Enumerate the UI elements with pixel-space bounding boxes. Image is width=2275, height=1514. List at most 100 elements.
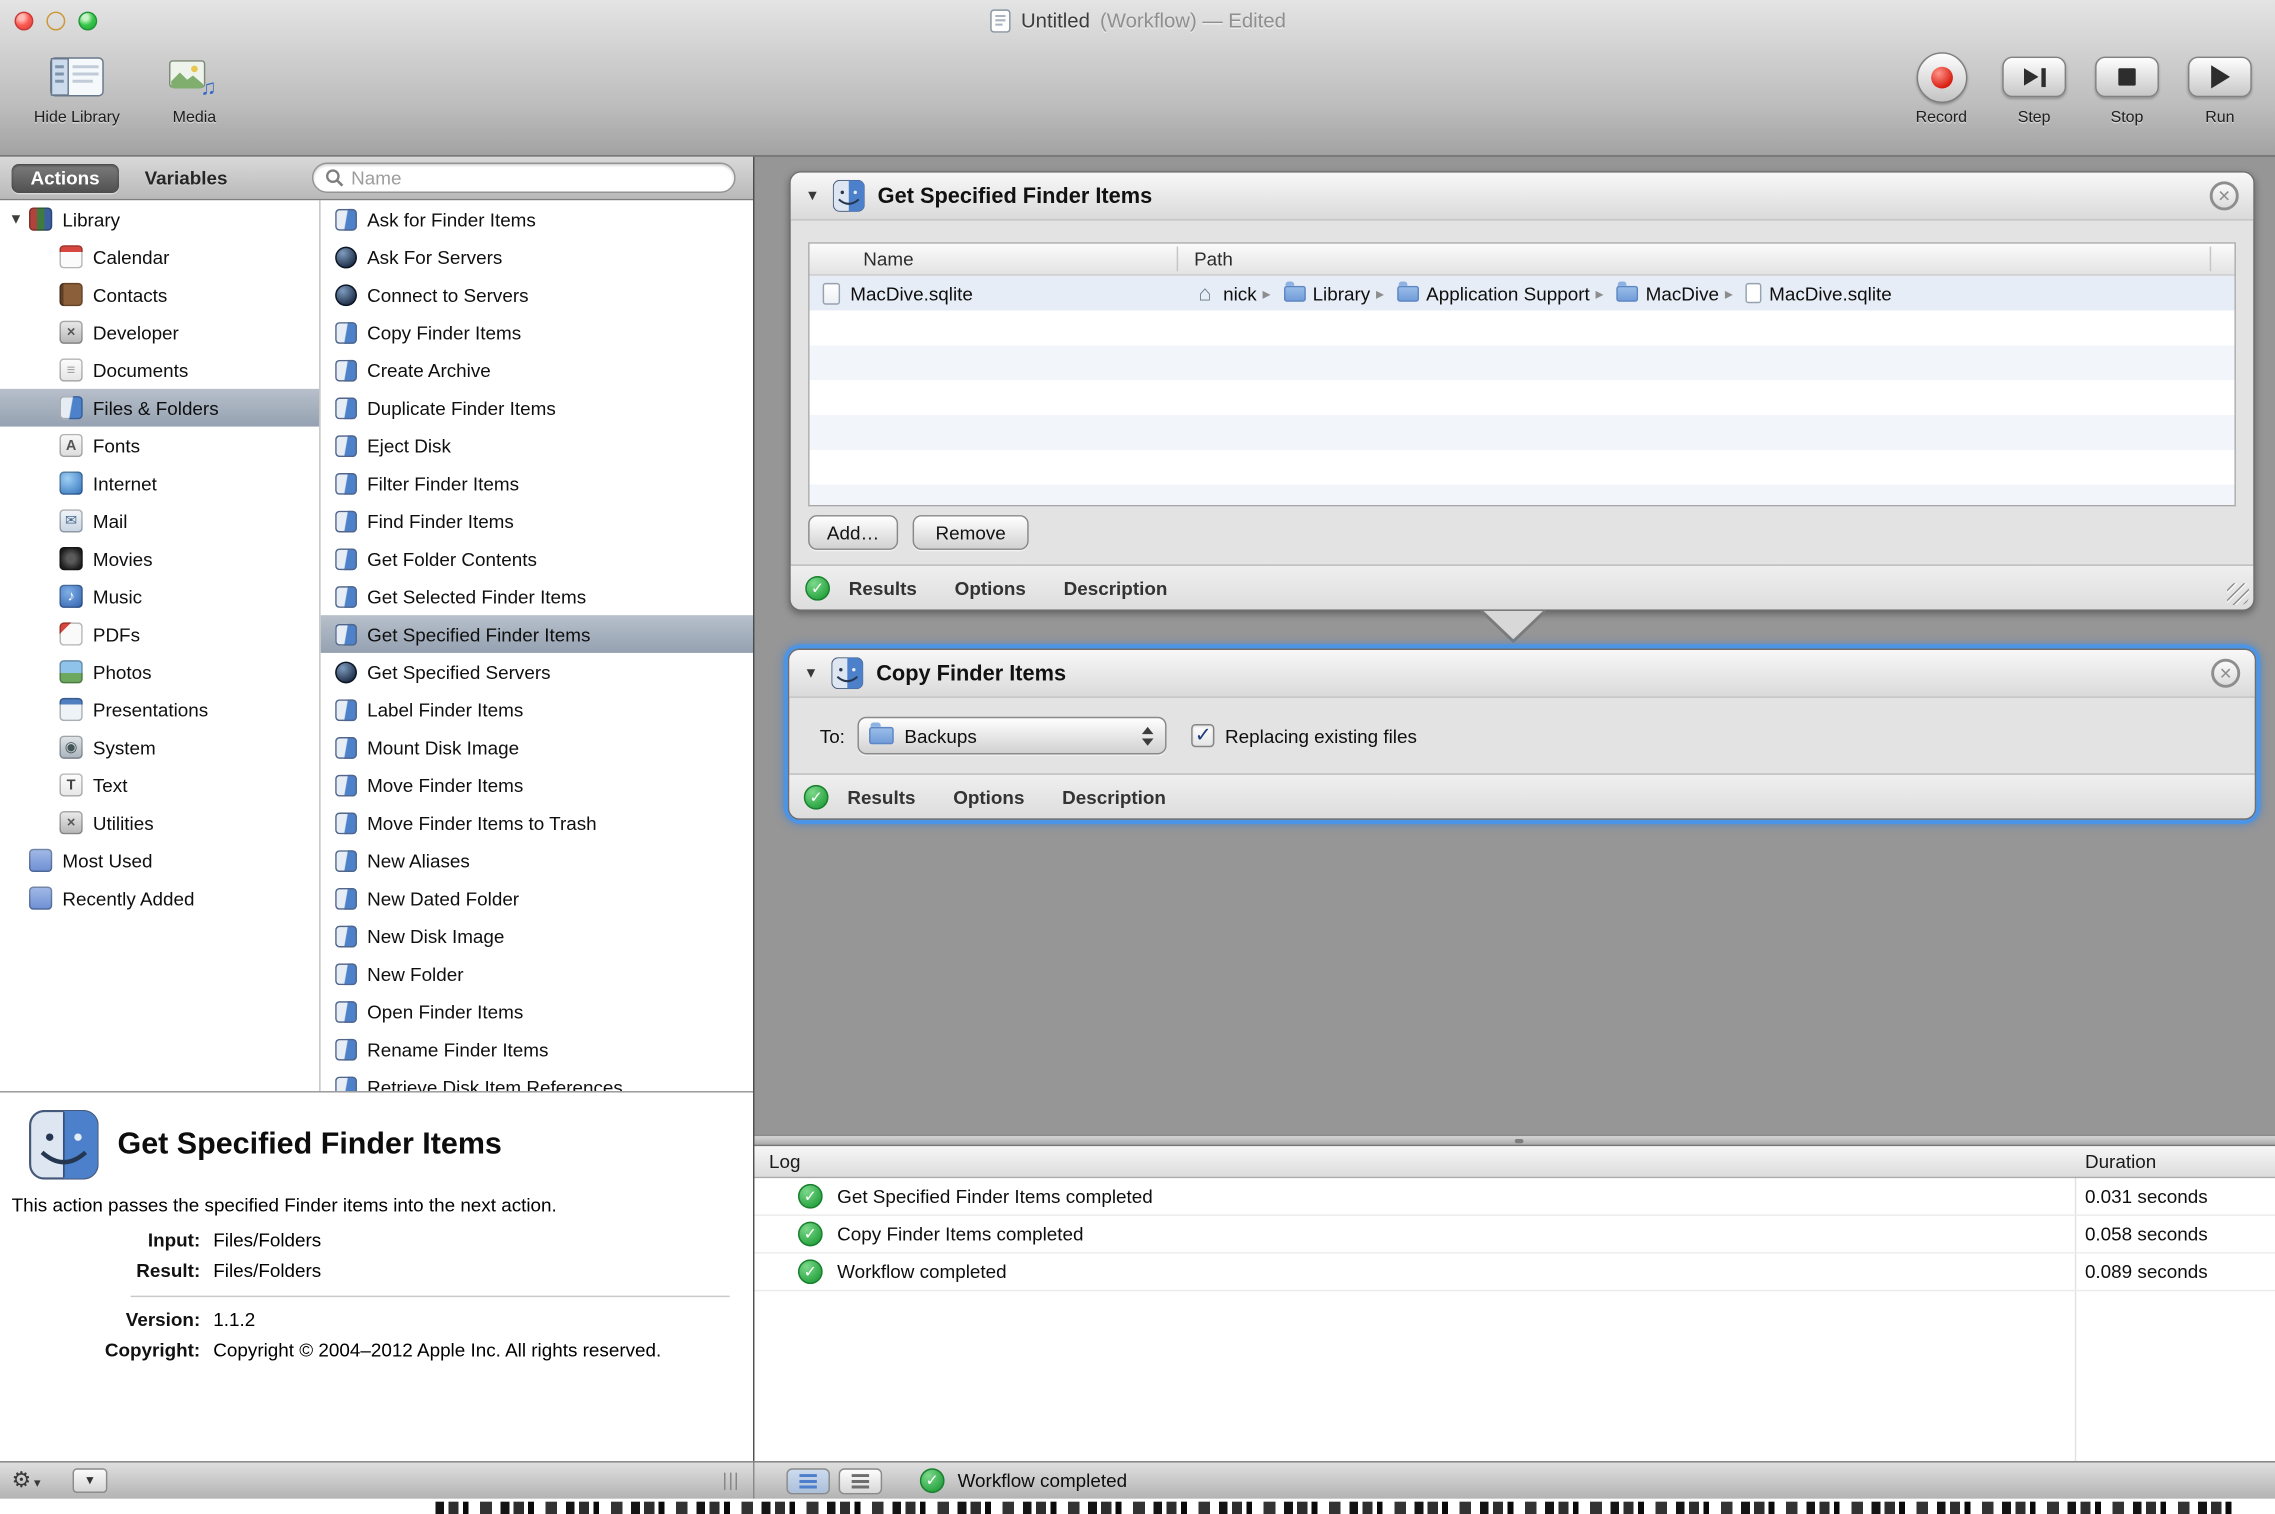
sidebar-item[interactable]: ✉ Mail (0, 502, 319, 540)
action-list-item[interactable]: Duplicate Finder Items (321, 389, 753, 427)
tab-variables[interactable]: Variables (145, 167, 228, 189)
sidebar-item[interactable]: Presentations (0, 691, 319, 729)
action-list-item[interactable]: Create Archive (321, 351, 753, 389)
disclosure-triangle-icon[interactable] (804, 665, 818, 681)
finder-items-table[interactable]: Name Path MacDive.sqlite (808, 242, 2236, 506)
action-list-item[interactable]: Find Finder Items (321, 502, 753, 540)
description-toggle[interactable]: Description (1062, 786, 1166, 808)
action-list-item[interactable]: New Dated Folder (321, 879, 753, 917)
action-list-item[interactable]: New Folder (321, 955, 753, 993)
action-list-item[interactable]: Eject Disk (321, 427, 753, 465)
stop-button[interactable]: Stop (2086, 48, 2167, 126)
sidebar-item[interactable]: × Developer (0, 313, 319, 351)
action-list-item[interactable]: Get Specified Servers (321, 653, 753, 691)
action-list-item[interactable]: Get Selected Finder Items (321, 577, 753, 615)
sidebar-item[interactable]: Calendar (0, 238, 319, 276)
sidebar-item[interactable]: Photos (0, 653, 319, 691)
action-list-item[interactable]: Get Specified Finder Items (321, 615, 753, 653)
sidebar-item[interactable]: Internet (0, 464, 319, 502)
action-list-item[interactable]: Ask for Finder Items (321, 200, 753, 238)
add-button[interactable]: Add… (808, 515, 898, 550)
sidebar-item[interactable]: × Utilities (0, 804, 319, 842)
action-header[interactable]: Copy Finder Items (789, 650, 2254, 698)
action-list-item[interactable]: Connect to Servers (321, 276, 753, 314)
action-block-get-specified-finder-items[interactable]: Get Specified Finder Items Name Path (789, 171, 2254, 611)
splitter-grip-icon[interactable] (724, 1473, 739, 1490)
log-row[interactable]: Copy Finder Items completed 0.058 second… (754, 1216, 2275, 1254)
sidebar-item[interactable]: A Fonts (0, 427, 319, 465)
sidebar-item[interactable]: Recently Added (0, 879, 319, 917)
options-toggle[interactable]: Options (953, 786, 1024, 808)
destination-popup[interactable]: Backups (858, 717, 1167, 755)
disclosure-triangle-icon[interactable] (9, 211, 29, 227)
collapse-panel-button[interactable] (73, 1468, 108, 1493)
record-button[interactable]: Record (1901, 48, 1982, 126)
sidebar-item[interactable]: ≡ Documents (0, 351, 319, 389)
path-crumb[interactable]: MacDive (1590, 282, 1719, 304)
column-header-path[interactable]: Path (1194, 248, 1233, 270)
titlebar[interactable]: Untitled (Workflow) — Edited (0, 0, 2275, 41)
close-action-button[interactable] (2210, 181, 2239, 210)
sidebar-item[interactable]: Movies (0, 540, 319, 578)
sidebar-item[interactable]: T Text (0, 766, 319, 804)
resize-grip[interactable] (2227, 583, 2249, 605)
hide-library-button[interactable]: Hide Library (12, 48, 143, 126)
log-row[interactable]: Get Specified Finder Items completed 0.0… (754, 1178, 2275, 1216)
path-crumb[interactable]: MacDive.sqlite (1719, 282, 1892, 304)
show-log-button[interactable] (786, 1468, 830, 1494)
action-icon (335, 585, 357, 607)
sidebar-item[interactable]: ♪ Music (0, 577, 319, 615)
log-row[interactable]: Workflow completed 0.089 seconds (754, 1254, 2275, 1292)
description-toggle[interactable]: Description (1064, 577, 1168, 599)
action-list-item[interactable]: Filter Finder Items (321, 464, 753, 502)
show-events-button[interactable] (839, 1468, 883, 1494)
action-block-copy-finder-items[interactable]: Copy Finder Items To: Backups Replac (788, 649, 2256, 820)
action-menu-button[interactable] (12, 1467, 41, 1495)
remove-button[interactable]: Remove (913, 515, 1029, 550)
sidebar-item[interactable]: Files & Folders (0, 389, 319, 427)
action-list-item[interactable]: Label Finder Items (321, 691, 753, 729)
action-list-item[interactable]: Open Finder Items (321, 992, 753, 1030)
table-row[interactable]: MacDive.sqlite nick Library (810, 276, 2235, 311)
action-list-item[interactable]: Move Finder Items to Trash (321, 804, 753, 842)
run-button[interactable]: Run (2179, 48, 2260, 126)
action-header[interactable]: Get Specified Finder Items (791, 173, 2254, 221)
disclosure-triangle-icon[interactable] (805, 188, 819, 204)
column-divider[interactable] (2210, 247, 2211, 272)
search-field[interactable] (312, 163, 736, 193)
action-list-item[interactable]: Move Finder Items (321, 766, 753, 804)
search-input[interactable] (351, 167, 722, 189)
action-list-item[interactable]: Get Folder Contents (321, 540, 753, 578)
action-list-item[interactable]: Copy Finder Items (321, 313, 753, 351)
media-button[interactable]: ♫ Media (145, 48, 244, 126)
close-action-button[interactable] (2211, 659, 2240, 688)
sidebar-item[interactable]: Library (0, 200, 319, 238)
action-list-item[interactable]: Rename Finder Items (321, 1030, 753, 1068)
sidebar-item[interactable]: Contacts (0, 276, 319, 314)
sidebar-item[interactable]: Most Used (0, 842, 319, 880)
action-list-item[interactable]: Retrieve Disk Item References (321, 1068, 753, 1091)
sidebar-item[interactable]: PDFs (0, 615, 319, 653)
path-crumb[interactable]: nick (1194, 282, 1257, 304)
column-divider[interactable] (1177, 247, 1178, 272)
column-header-name[interactable]: Name (863, 248, 913, 270)
horizontal-splitter[interactable] (754, 1135, 2275, 1147)
action-list-item[interactable]: Mount Disk Image (321, 728, 753, 766)
action-list-item[interactable]: Ask For Servers (321, 238, 753, 276)
action-list-item[interactable]: New Disk Image (321, 917, 753, 955)
action-list-item[interactable]: New Aliases (321, 842, 753, 880)
action-footer: Results Options Description (789, 773, 2254, 818)
results-toggle[interactable]: Results (847, 786, 915, 808)
step-button[interactable]: Step (1994, 48, 2075, 126)
events-list-icon (852, 1473, 869, 1488)
workflow-canvas[interactable]: Get Specified Finder Items Name Path (754, 157, 2275, 1135)
results-toggle[interactable]: Results (849, 577, 917, 599)
run-label: Run (2205, 109, 2234, 126)
sidebar-item[interactable]: ◉ System (0, 728, 319, 766)
path-crumb[interactable]: Application Support (1370, 282, 1589, 304)
path-crumb[interactable]: Library (1257, 282, 1371, 304)
options-toggle[interactable]: Options (955, 577, 1026, 599)
table-header[interactable]: Name Path (810, 244, 2235, 276)
tab-actions[interactable]: Actions (12, 163, 119, 192)
replacing-existing-files-checkbox[interactable] (1192, 724, 1215, 747)
